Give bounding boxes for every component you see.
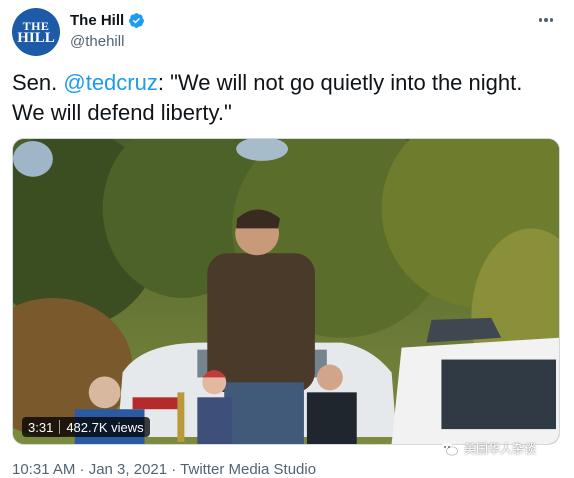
account-name[interactable]: The Hill [70, 12, 124, 29]
mention-link[interactable]: @tedcruz [63, 70, 157, 95]
video-views: 482.7K views [66, 419, 144, 435]
video-stats-overlay: 3:31 482.7K views [22, 417, 150, 437]
avatar[interactable]: THE HILL [12, 8, 60, 56]
verified-badge-icon [128, 12, 145, 29]
divider [59, 420, 61, 434]
watermark: 美国华人杂谈 [440, 440, 536, 457]
video-thumbnail [13, 139, 559, 444]
watermark-text: 美国华人杂谈 [464, 442, 537, 456]
video-duration: 3:31 [28, 419, 54, 435]
tweet-text: Sen. @tedcruz: "We will not go quietly i… [12, 68, 552, 128]
avatar-text-line2: HILL [17, 30, 55, 46]
account-name-row: The Hill [70, 12, 145, 29]
tweet-quote-line1: : "We will not go quietly into the night… [157, 70, 523, 95]
tweet-timestamp[interactable]: 10:31 AM · Jan 3, 2021 · Twitter Media S… [12, 461, 316, 478]
wechat-watermark-icon [440, 442, 458, 455]
tweet-prefix: Sen. [12, 70, 64, 95]
video-player[interactable] [12, 138, 560, 445]
more-options-icon[interactable] [534, 11, 558, 29]
account-handle[interactable]: @thehill [70, 33, 124, 50]
tweet-quote-line2: We will defend liberty." [12, 100, 232, 125]
